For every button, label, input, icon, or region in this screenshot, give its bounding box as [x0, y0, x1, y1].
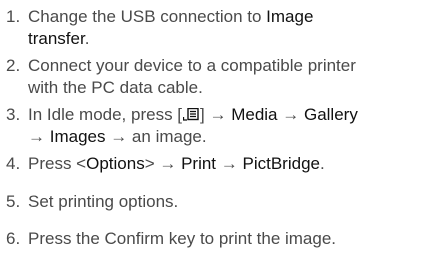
step-text: Set printing options.	[28, 191, 428, 213]
step-text-part: →	[277, 105, 304, 124]
step-number: 1.	[6, 7, 21, 26]
step-text-part: ] →	[200, 105, 232, 124]
step-line: Set printing options.	[28, 192, 179, 211]
step-text-part: Press <	[28, 154, 87, 173]
menu-option-media: Media	[231, 105, 278, 124]
step-line: Change the USB connection to Image	[28, 6, 428, 28]
menu-option-images: Images	[49, 127, 106, 146]
step-text-part: Change the USB connection to	[28, 7, 267, 26]
menu-option-image-transfer: Image	[266, 7, 314, 26]
step-text-part: →	[216, 154, 243, 173]
step-number: 5.	[6, 192, 21, 211]
step-text: Press <Options> → Print → PictBridge.	[28, 153, 428, 175]
instruction-list: 1. Change the USB connection to Image tr…	[0, 0, 435, 268]
step-text: Change the USB connection to Image trans…	[28, 6, 428, 50]
step-line: In Idle mode, press [ ] → Media → Gallery	[28, 104, 428, 126]
step-number: 4.	[6, 154, 21, 173]
step-number: 2.	[6, 56, 21, 75]
menu-key-icon	[183, 108, 199, 121]
step-text-part: .	[84, 29, 90, 48]
step-line: transfer.	[28, 28, 428, 50]
menu-option-image-transfer-cont: transfer	[28, 29, 85, 48]
step-line: → Images → an image.	[28, 126, 428, 148]
step-number: 6.	[6, 229, 21, 248]
step-line: Press <Options> → Print → PictBridge.	[28, 153, 428, 175]
step-line: Connect your device to a compatible prin…	[28, 56, 356, 75]
step-number: 3.	[6, 105, 21, 124]
step-line: with the PC data cable.	[28, 78, 203, 97]
menu-option-gallery: Gallery	[303, 105, 358, 124]
step-text-part: .	[319, 154, 325, 173]
step-text-part: → an image.	[105, 127, 207, 146]
step-text-part: In Idle mode, press [	[28, 105, 183, 124]
menu-option-print: Print	[181, 154, 217, 173]
softkey-options: Options	[86, 154, 145, 173]
step-text: In Idle mode, press [ ] → Media → Gallery…	[28, 104, 428, 148]
step-text: Connect your device to a compatible prin…	[28, 55, 428, 99]
menu-option-pictbridge: PictBridge	[242, 154, 320, 173]
step-text-part: →	[28, 127, 50, 146]
step-text: Press the Confirm key to print the image…	[28, 228, 428, 250]
step-text-part: > →	[144, 154, 182, 173]
step-line: Press the Confirm key to print the image…	[28, 229, 337, 248]
